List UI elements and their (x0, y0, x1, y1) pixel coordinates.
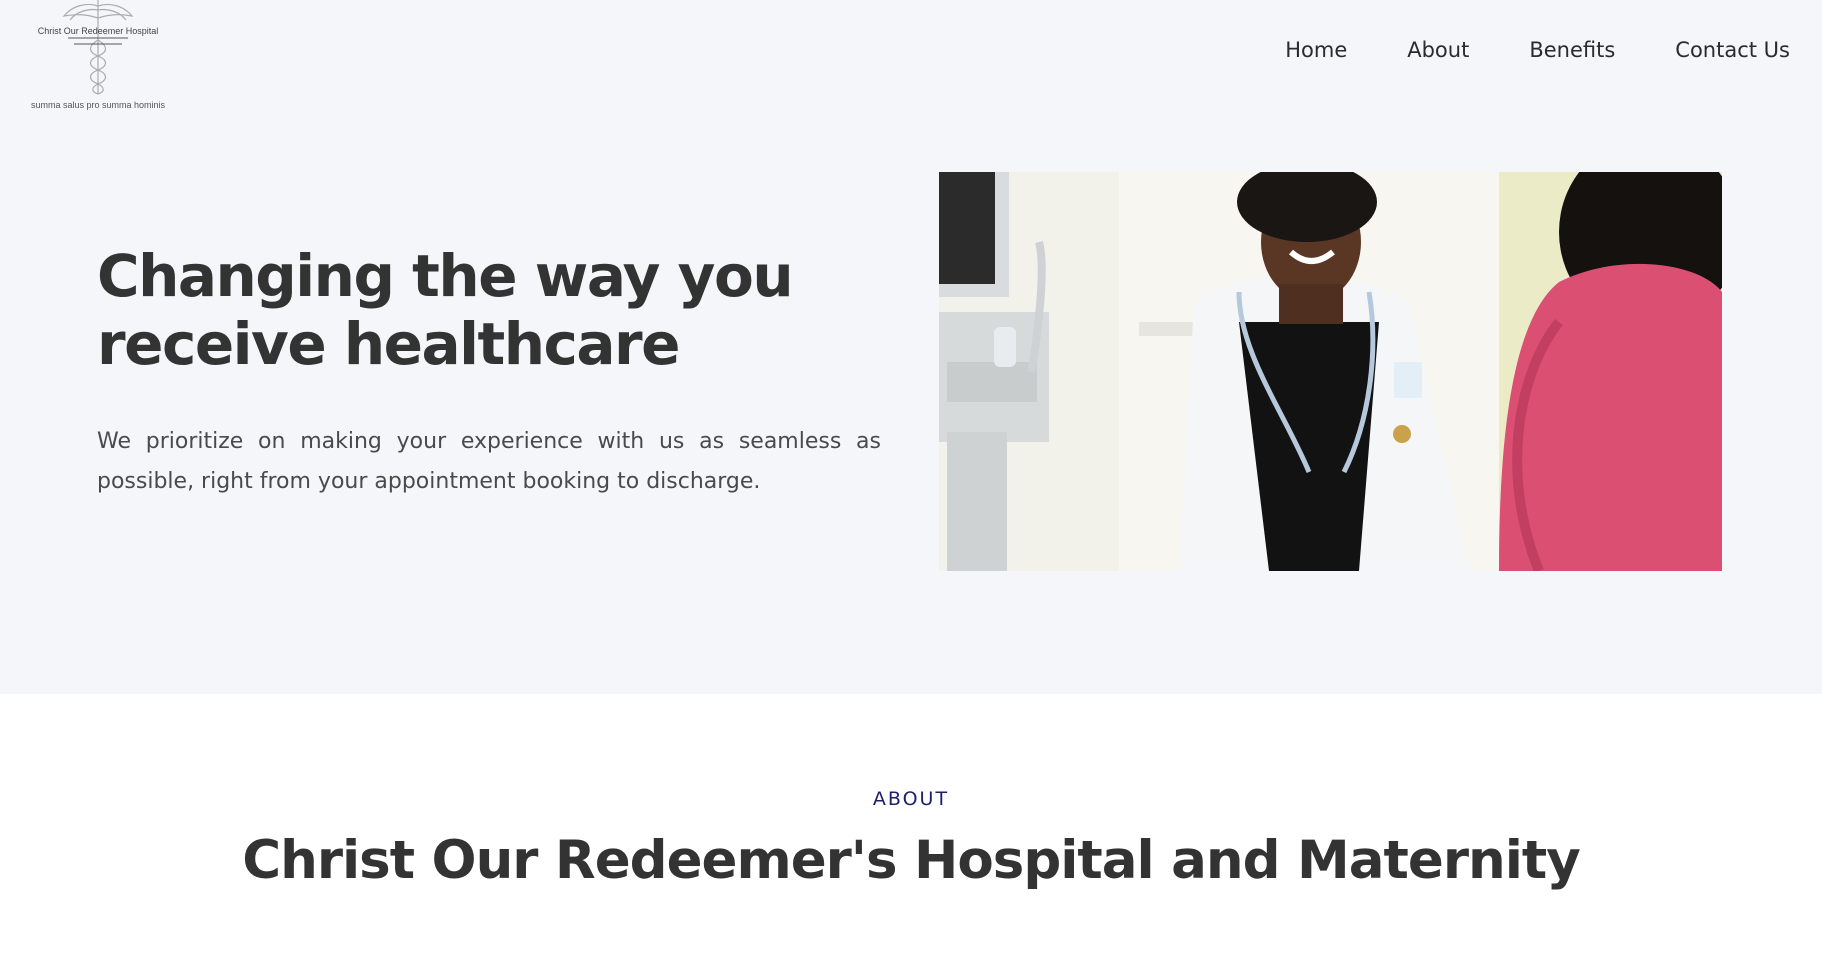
nav-contact-us[interactable]: Contact Us (1675, 38, 1790, 62)
hero-description: We prioritize on making your experience … (97, 429, 881, 494)
nav-benefits[interactable]: Benefits (1529, 38, 1615, 62)
main-nav: Home About Benefits Contact Us (1225, 38, 1790, 62)
logo-name: Christ Our Redeemer Hospital (37, 26, 159, 36)
logo-motto: summa salus pro summa hominis (30, 100, 166, 110)
hero-title: Changing the way you receive healthcare (97, 242, 794, 378)
doctor-patient-illustration (939, 172, 1722, 571)
caduceus-icon (62, 0, 134, 95)
logo[interactable]: Christ Our Redeemer Hospital summa salus… (28, 0, 168, 116)
nav-about[interactable]: About (1407, 38, 1469, 62)
nav-home[interactable]: Home (1285, 38, 1347, 62)
section-label-about: ABOUT (872, 788, 950, 810)
hero-image (939, 172, 1722, 571)
about-title: Christ Our Redeemer's Hospital and Mater… (242, 830, 1581, 891)
